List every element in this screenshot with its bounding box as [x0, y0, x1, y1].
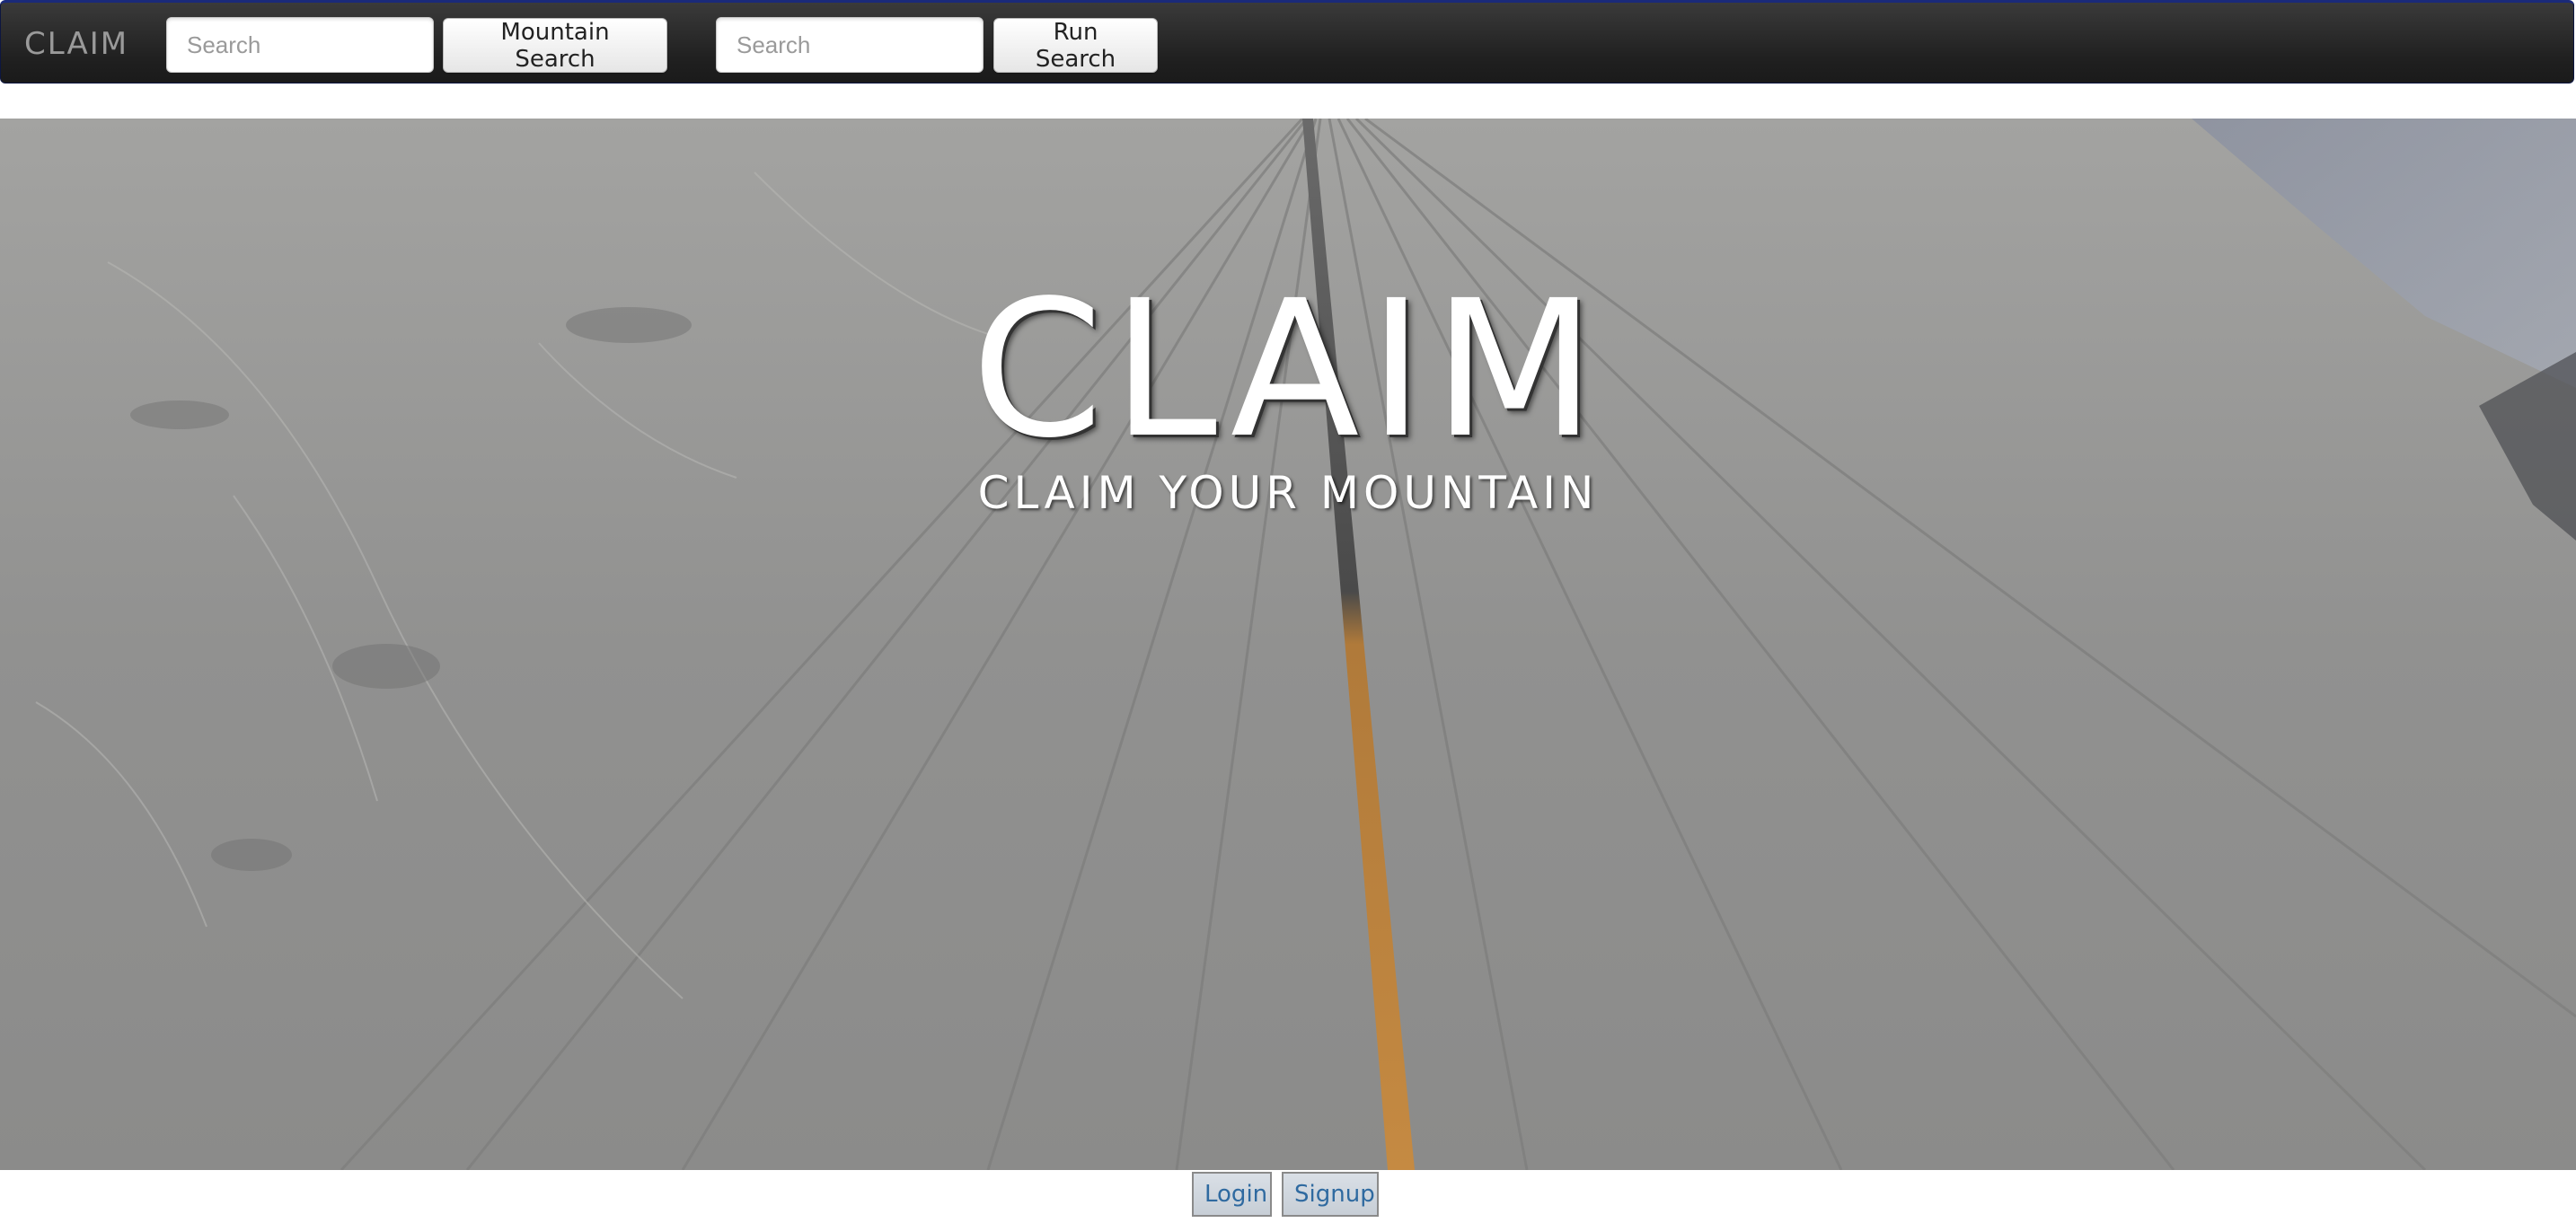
top-navbar: CLAIM Mountain Search Run Search [0, 0, 2574, 84]
mountain-search-input[interactable] [166, 17, 434, 73]
hero-subtitle: CLAIM YOUR MOUNTAIN [977, 467, 1599, 519]
run-search-button[interactable]: Run Search [993, 18, 1158, 73]
brand-logo-link[interactable]: CLAIM [24, 26, 128, 62]
signup-button[interactable]: Signup [1282, 1172, 1379, 1217]
hero-banner: CLAIM CLAIM YOUR MOUNTAIN [0, 119, 2576, 1170]
mountain-search-button[interactable]: Mountain Search [443, 18, 667, 73]
login-button[interactable]: Login [1192, 1172, 1272, 1217]
run-search-input[interactable] [716, 17, 984, 73]
auth-bar: Login Signup [0, 1170, 2576, 1223]
hero-title: CLAIM [971, 260, 1605, 480]
